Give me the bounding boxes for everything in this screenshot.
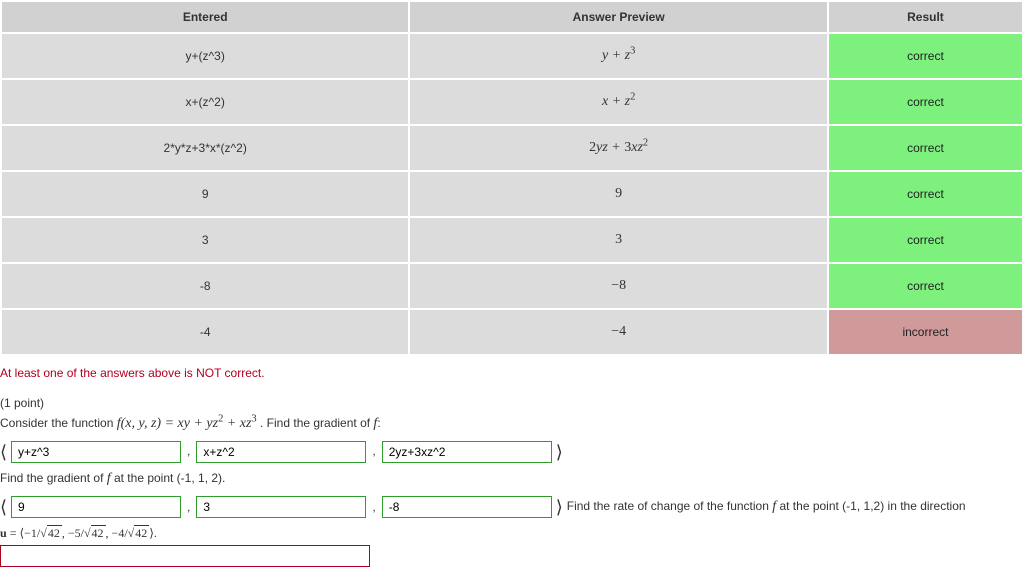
- table-row: x+(z^2)x + z2correct: [2, 80, 1022, 124]
- table-row: -4−4incorrect: [2, 310, 1022, 354]
- grad-y-input[interactable]: [196, 441, 366, 463]
- preview-cell: 3: [410, 218, 827, 262]
- preview-cell: −8: [410, 264, 827, 308]
- grad-z-input[interactable]: [382, 441, 552, 463]
- problem-body: (1 point) Consider the function f(x, y, …: [0, 394, 1024, 567]
- results-header-row: Entered Answer Preview Result: [2, 2, 1022, 32]
- prompt-line-2: Find the gradient of f at the point (-1,…: [0, 468, 1024, 490]
- comma: ,: [370, 442, 377, 461]
- rate-of-change-prompt: Find the rate of change of the function …: [567, 496, 966, 518]
- rangle-icon: ⟩: [556, 438, 563, 467]
- table-row: 2*y*z+3*x*(z^2)2yz + 3xz2correct: [2, 126, 1022, 170]
- result-cell: correct: [829, 34, 1022, 78]
- langle-icon: ⟨: [0, 493, 7, 522]
- gradpt-z-input[interactable]: [382, 496, 552, 518]
- comma: ,: [185, 442, 192, 461]
- result-cell: correct: [829, 126, 1022, 170]
- result-cell: incorrect: [829, 310, 1022, 354]
- col-result-header: Result: [829, 2, 1022, 32]
- entered-cell: 2*y*z+3*x*(z^2): [2, 126, 408, 170]
- gradient-at-point-row: ⟨ , , ⟩ Find the rate of change of the f…: [0, 493, 1024, 522]
- results-table: Entered Answer Preview Result y+(z^3)y +…: [0, 0, 1024, 356]
- table-row: 33correct: [2, 218, 1022, 262]
- rate-prefix: Find the rate of change of the function: [567, 499, 772, 513]
- prompt-2-prefix: Find the gradient of: [0, 471, 107, 485]
- col-preview-header: Answer Preview: [410, 2, 827, 32]
- gradient-input-row: ⟨ , , ⟩: [0, 438, 1024, 467]
- comma: ,: [185, 498, 192, 517]
- entered-cell: 9: [2, 172, 408, 216]
- col-entered-header: Entered: [2, 2, 408, 32]
- table-row: 99correct: [2, 172, 1022, 216]
- table-row: y+(z^3)y + z3correct: [2, 34, 1022, 78]
- rate-of-change-input[interactable]: [0, 545, 370, 567]
- prompt-1-suffix: . Find the gradient of: [260, 416, 373, 430]
- f-symbol-3: f: [772, 499, 776, 514]
- gradpt-y-input[interactable]: [196, 496, 366, 518]
- comma: ,: [370, 498, 377, 517]
- result-cell: correct: [829, 264, 1022, 308]
- rate-input-row: [0, 545, 1024, 567]
- rate-suffix: at the point (-1, 1,2) in the direction: [779, 499, 965, 513]
- langle-icon: ⟨: [0, 438, 7, 467]
- result-cell: correct: [829, 172, 1022, 216]
- colon: :: [377, 416, 380, 430]
- entered-cell: -8: [2, 264, 408, 308]
- preview-cell: y + z3: [410, 34, 827, 78]
- points-label: (1 point): [0, 394, 1024, 413]
- direction-vector: u = ⟨−1/√42, −5/√42, −4/√42⟩.: [0, 524, 1024, 543]
- preview-cell: −4: [410, 310, 827, 354]
- gradpt-x-input[interactable]: [11, 496, 181, 518]
- preview-cell: 9: [410, 172, 827, 216]
- preview-cell: 2yz + 3xz2: [410, 126, 827, 170]
- warning-text: At least one of the answers above is NOT…: [0, 366, 1024, 380]
- entered-cell: y+(z^3): [2, 34, 408, 78]
- prompt-1-prefix: Consider the function: [0, 416, 117, 430]
- f-symbol-2: f: [107, 471, 111, 486]
- entered-cell: -4: [2, 310, 408, 354]
- function-def: f(x, y, z) = xy + yz2 + xz3: [117, 416, 257, 430]
- prompt-2-suffix: at the point (-1, 1, 2).: [114, 471, 225, 485]
- result-cell: correct: [829, 218, 1022, 262]
- entered-cell: x+(z^2): [2, 80, 408, 124]
- table-row: -8−8correct: [2, 264, 1022, 308]
- entered-cell: 3: [2, 218, 408, 262]
- prompt-line-1: Consider the function f(x, y, z) = xy + …: [0, 413, 1024, 435]
- result-cell: correct: [829, 80, 1022, 124]
- rangle-icon: ⟩: [556, 493, 563, 522]
- preview-cell: x + z2: [410, 80, 827, 124]
- grad-x-input[interactable]: [11, 441, 181, 463]
